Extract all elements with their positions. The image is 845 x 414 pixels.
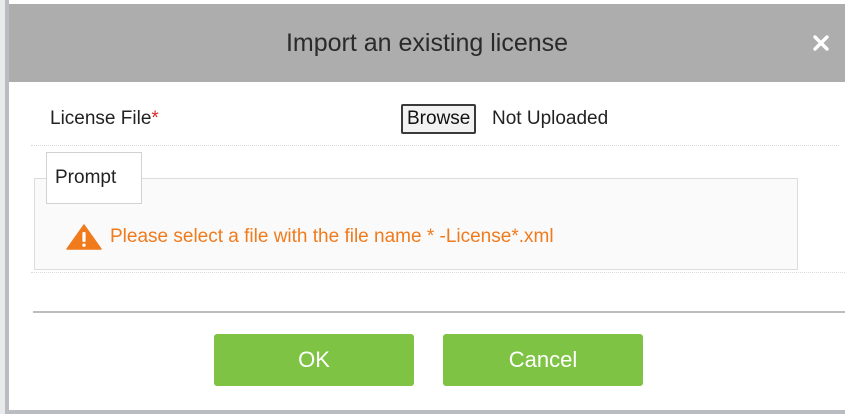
dialog-title-bar: Import an existing license	[9, 4, 845, 82]
license-file-label-text: License File	[50, 108, 152, 129]
dialog-title: Import an existing license	[285, 29, 569, 57]
import-license-dialog: Import an existing license License File*…	[5, 0, 845, 414]
required-marker: *	[151, 108, 159, 129]
browse-button[interactable]: Browse	[401, 104, 477, 134]
prompt-message: Please select a file with the file name …	[66, 222, 554, 252]
close-icon[interactable]	[806, 28, 836, 58]
cancel-button[interactable]: Cancel	[443, 334, 643, 386]
ok-button[interactable]: OK	[214, 334, 414, 386]
content-divider	[31, 272, 845, 273]
prompt-message-text: Please select a file with the file name …	[110, 226, 554, 247]
license-file-row: License File* Browse Not Uploaded	[31, 98, 839, 146]
license-file-label: License File*	[50, 108, 159, 130]
footer-divider	[33, 311, 845, 313]
prompt-legend: Prompt	[46, 152, 142, 204]
warning-icon	[66, 224, 102, 250]
upload-status-text: Not Uploaded	[492, 108, 609, 129]
prompt-legend-text: Prompt	[55, 167, 117, 188]
